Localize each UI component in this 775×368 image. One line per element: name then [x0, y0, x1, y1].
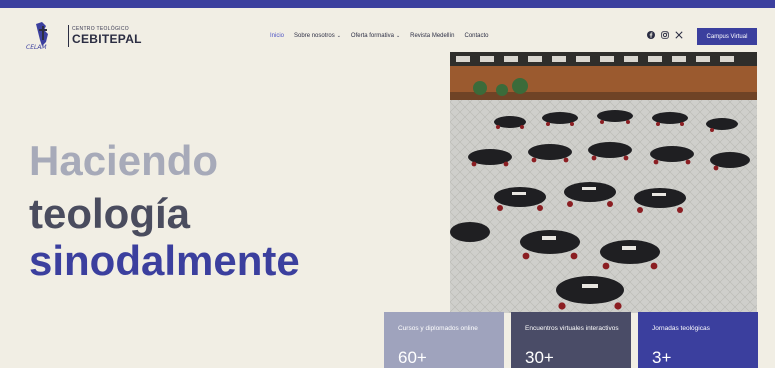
- hero-photo: [450, 52, 757, 313]
- main-nav: Inicio Sobre nosotros ⌄ Oferta formativa ⌄…: [270, 33, 489, 39]
- stat-value: 3+: [652, 348, 672, 367]
- hero-title-line-1: Haciendo: [29, 137, 219, 184]
- stat-card-encuentros: Encuentros virtuales interactivos 30+: [511, 312, 631, 368]
- social-links: [647, 31, 683, 39]
- stat-label: Jornadas teológicas: [652, 325, 710, 332]
- top-accent-bar: [0, 0, 775, 8]
- stat-label: Encuentros virtuales interactivos: [525, 325, 619, 332]
- stat-value: 30+: [525, 348, 554, 367]
- nav-item-inicio[interactable]: Inicio: [270, 33, 284, 39]
- stat-card-jornadas: Jornadas teológicas 3+: [638, 312, 758, 368]
- nav-item-label: Sobre nosotros: [294, 33, 335, 39]
- nav-item-label: Oferta formativa: [350, 33, 394, 39]
- chevron-down-icon: ⌄: [336, 33, 341, 39]
- nav-item-sobre-nosotros[interactable]: Sobre nosotros ⌄: [294, 33, 341, 39]
- stat-value: 60+: [398, 348, 427, 367]
- hero-title-line-3: sinodalmente: [29, 237, 300, 284]
- hero-title-line-2: teología: [29, 190, 191, 237]
- campus-virtual-button[interactable]: Campus Virtual: [697, 28, 757, 45]
- logo-mark-text: CELAM: [26, 44, 47, 51]
- site-logo[interactable]: CELAM CENTRO TEOLÓGICO CEBITEPAL: [24, 20, 144, 56]
- celam-logo-icon: CELAM: [26, 22, 48, 51]
- stat-card-cursos: Cursos y diplomados online 60+: [384, 312, 504, 368]
- stat-label: Cursos y diplomados online: [398, 325, 478, 332]
- facebook-icon[interactable]: [647, 31, 655, 39]
- logo-name: CEBITEPAL: [72, 32, 142, 46]
- instagram-icon[interactable]: [661, 31, 669, 39]
- nav-item-contacto[interactable]: Contacto: [465, 33, 489, 39]
- synod-hall-photo: [450, 52, 757, 313]
- nav-item-revista-medellin[interactable]: Revista Medellín: [410, 33, 454, 39]
- logo-divider: [68, 25, 69, 47]
- nav-item-oferta-formativa[interactable]: Oferta formativa ⌄: [351, 33, 400, 39]
- x-icon[interactable]: [675, 31, 683, 39]
- chevron-down-icon: ⌄: [395, 33, 401, 39]
